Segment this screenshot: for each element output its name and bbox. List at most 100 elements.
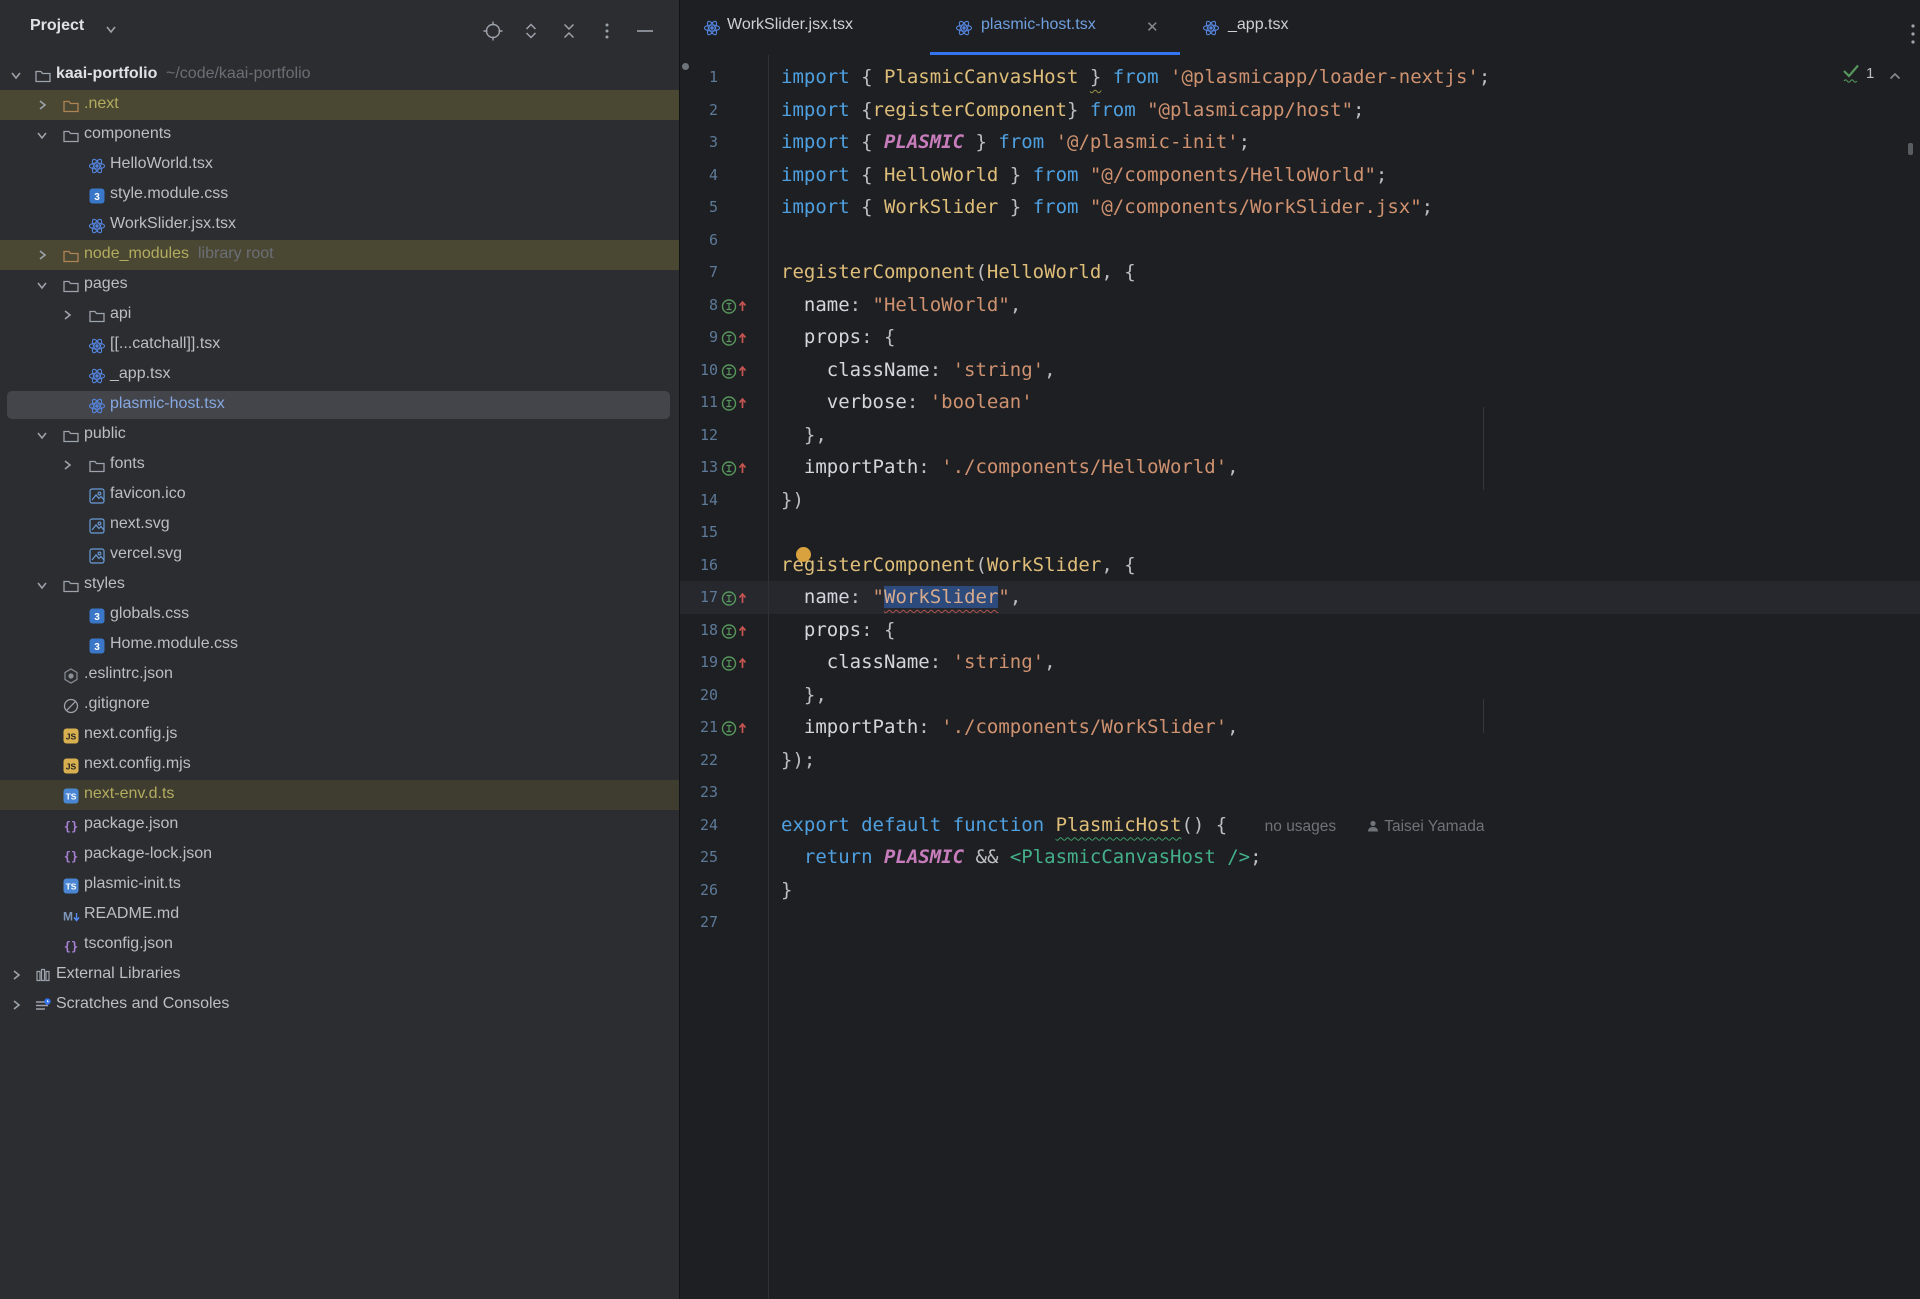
tree-item-...catchall.tsx[interactable]: [[...catchall]].tsx	[0, 330, 679, 360]
chevron-down-icon[interactable]	[34, 427, 50, 448]
code-line-19[interactable]: 19 className: 'string',	[680, 646, 1920, 679]
tree-item-secondary-label: ~/code/kaai-portfolio	[166, 65, 311, 83]
code-line-27[interactable]: 27	[680, 906, 1920, 939]
tree-item-Home.module.css[interactable]: 3Home.module.css	[0, 630, 679, 660]
chevron-down-icon[interactable]	[34, 277, 50, 298]
code-line-16[interactable]: 16registerComponent(WorkSlider, {	[680, 549, 1920, 582]
code-text: import { HelloWorld } from "@/components…	[781, 159, 1387, 192]
code-line-25[interactable]: 25 return PLASMIC && <PlasmicCanvasHost …	[680, 841, 1920, 874]
chevron-right-icon[interactable]	[59, 307, 75, 328]
code-line-26[interactable]: 26}	[680, 874, 1920, 907]
tree-item-HelloWorld.tsx[interactable]: HelloWorld.tsx	[0, 150, 679, 180]
tab-close-icon[interactable]: ✕	[1146, 18, 1159, 36]
tree-item-ScratchesandConsoles[interactable]: Scratches and Consoles	[0, 990, 679, 1020]
tree-item-vercel.svg[interactable]: vercel.svg	[0, 540, 679, 570]
code-line-22[interactable]: 22});	[680, 744, 1920, 777]
locate-file-icon[interactable]	[482, 20, 504, 42]
code-text: export default function PlasmicHost() { …	[781, 809, 1484, 844]
code-line-1[interactable]: 1import { PlasmicCanvasHost } from '@pla…	[680, 61, 1920, 94]
svg-text:JS: JS	[66, 732, 77, 742]
tree-item-WorkSlider.jsx.tsx[interactable]: WorkSlider.jsx.tsx	[0, 210, 679, 240]
code-line-10[interactable]: 10 className: 'string',	[680, 354, 1920, 387]
code-author-inlay[interactable]: Taisei Yamada	[1380, 818, 1484, 835]
code-line-7[interactable]: 7registerComponent(HelloWorld, {	[680, 256, 1920, 289]
code-line-17[interactable]: 17 name: "WorkSlider",	[680, 581, 1920, 614]
code-line-2[interactable]: 2import {registerComponent} from "@plasm…	[680, 94, 1920, 127]
line-number: 5	[680, 191, 718, 224]
project-panel-title[interactable]: Project	[30, 17, 84, 35]
code-line-23[interactable]: 23	[680, 776, 1920, 809]
scrollbar-error-stripe-mark[interactable]	[1908, 143, 1913, 155]
code-line-11[interactable]: 11 verbose: 'boolean'	[680, 386, 1920, 419]
tree-item-style.module.css[interactable]: 3style.module.css	[0, 180, 679, 210]
code-line-14[interactable]: 14})	[680, 484, 1920, 517]
code-line-24[interactable]: 24export default function PlasmicHost() …	[680, 809, 1920, 842]
chevron-right-icon[interactable]	[8, 967, 24, 988]
chevron-down-icon[interactable]	[8, 67, 24, 88]
chevron-down-icon[interactable]	[34, 127, 50, 148]
tree-item-tsconfig.json[interactable]: {}tsconfig.json	[0, 930, 679, 960]
code-line-4[interactable]: 4import { HelloWorld } from "@/component…	[680, 159, 1920, 192]
code-line-13[interactable]: 13 importPath: './components/HelloWorld'…	[680, 451, 1920, 484]
tree-item-.eslintrc.json[interactable]: .eslintrc.json	[0, 660, 679, 690]
code-text: return PLASMIC && <PlasmicCanvasHost />;	[781, 841, 1262, 874]
tree-item-next.svg[interactable]: next.svg	[0, 510, 679, 540]
code-line-12[interactable]: 12 },	[680, 419, 1920, 452]
tree-item-globals.css[interactable]: 3globals.css	[0, 600, 679, 630]
tree-item-pages[interactable]: pages	[0, 270, 679, 300]
tree-item-favicon.ico[interactable]: favicon.ico	[0, 480, 679, 510]
tree-item-plasmic-host.tsx[interactable]: plasmic-host.tsx	[0, 390, 679, 420]
code-line-21[interactable]: 21 importPath: './components/WorkSlider'…	[680, 711, 1920, 744]
tree-item-.gitignore[interactable]: .gitignore	[0, 690, 679, 720]
chevron-right-icon[interactable]	[59, 457, 75, 478]
tab-plasmic-host.tsx[interactable]: plasmic-host.tsx✕	[930, 0, 1180, 55]
tree-item-next.config.js[interactable]: JS next.config.js	[0, 720, 679, 750]
json-icon: {}	[62, 817, 80, 840]
tab-bar: WorkSlider.jsx.tsxplasmic-host.tsx✕_app.…	[680, 0, 1920, 55]
tree-item-plasmic-init.ts[interactable]: TSplasmic-init.ts	[0, 870, 679, 900]
tree-item-public[interactable]: public	[0, 420, 679, 450]
tree-item-next.config.mjs[interactable]: JSnext.config.mjs	[0, 750, 679, 780]
chevron-right-icon[interactable]	[34, 247, 50, 268]
code-line-20[interactable]: 20 },	[680, 679, 1920, 712]
tree-item-node_modules[interactable]: node_moduleslibrary root	[0, 240, 679, 270]
tree-item-label: next.config.js	[84, 725, 177, 743]
tree-item-next-env.d.ts[interactable]: TSnext-env.d.ts	[0, 780, 679, 810]
chevron-right-icon[interactable]	[34, 97, 50, 118]
tree-item-api[interactable]: api	[0, 300, 679, 330]
hide-panel-icon[interactable]	[634, 20, 656, 42]
code-text: import { WorkSlider } from "@/components…	[781, 191, 1433, 224]
code-line-15[interactable]: 15	[680, 516, 1920, 549]
tab-options-kebab-icon[interactable]	[1908, 22, 1918, 57]
tree-item-README.md[interactable]: MREADME.md	[0, 900, 679, 930]
code-text: importPath: './components/HelloWorld',	[781, 451, 1239, 484]
code-line-3[interactable]: 3import { PLASMIC } from '@/plasmic-init…	[680, 126, 1920, 159]
code-line-5[interactable]: 5 import { WorkSlider } from "@/component…	[680, 191, 1920, 224]
collapse-all-icon[interactable]	[558, 20, 580, 42]
code-line-6[interactable]: 6	[680, 224, 1920, 257]
tree-item-styles[interactable]: styles	[0, 570, 679, 600]
tree-item-kaai-portfolio[interactable]: kaai-portfolio~/code/kaai-portfolio	[0, 60, 679, 90]
more-options-icon[interactable]	[596, 20, 618, 42]
tree-item-fonts[interactable]: fonts	[0, 450, 679, 480]
code-line-9[interactable]: 9 props: {	[680, 321, 1920, 354]
tree-item-package.json[interactable]: {}package.json	[0, 810, 679, 840]
tree-item-_app.tsx[interactable]: _app.tsx	[0, 360, 679, 390]
chevron-down-icon[interactable]	[34, 577, 50, 598]
code-line-18[interactable]: 18 props: {	[680, 614, 1920, 647]
code-area[interactable]: 1import { PlasmicCanvasHost } from '@pla…	[680, 55, 1920, 1299]
code-line-8[interactable]: 8 name: "HelloWorld",	[680, 289, 1920, 322]
tab-WorkSlider.jsx.tsx[interactable]: WorkSlider.jsx.tsx	[680, 0, 930, 55]
code-text: import {registerComponent} from "@plasmi…	[781, 94, 1364, 127]
expand-all-icon[interactable]	[520, 20, 542, 42]
chevron-up-icon[interactable]	[1886, 67, 1904, 90]
line-number: 12	[680, 419, 718, 452]
tree-item-components[interactable]: components	[0, 120, 679, 150]
tab-_app.tsx[interactable]: _app.tsx	[1180, 0, 1330, 55]
tree-item-ExternalLibraries[interactable]: External Libraries	[0, 960, 679, 990]
line-number: 3	[680, 126, 718, 159]
usages-inlay[interactable]: no usages	[1265, 818, 1337, 835]
chevron-right-icon[interactable]	[8, 997, 24, 1018]
tree-item-.next[interactable]: .next	[0, 90, 679, 120]
tree-item-package-lock.json[interactable]: {}package-lock.json	[0, 840, 679, 870]
